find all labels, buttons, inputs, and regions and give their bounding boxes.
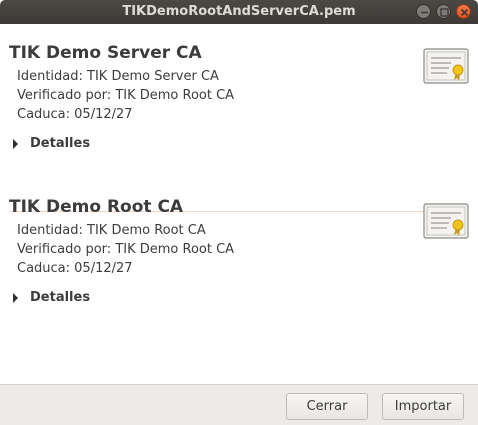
- expander-triangle-icon: [13, 292, 18, 303]
- close-icon[interactable]: [456, 4, 471, 19]
- certificate-identity: Identidad: TIK Demo Server CA: [17, 69, 219, 84]
- certificate-name: TIK Demo Root CA: [9, 197, 184, 217]
- certificate-entry: TIK Demo Root CA Identidad: TIK Demo Roo…: [9, 196, 469, 307]
- certificate-verified-by: Verificado por: TIK Demo Root CA: [17, 88, 235, 103]
- import-button[interactable]: Importar: [382, 393, 464, 420]
- minimize-icon[interactable]: [416, 4, 431, 19]
- dialog-button-bar: Cerrar Importar: [0, 384, 478, 425]
- certificate-name: TIK Demo Server CA: [9, 43, 202, 63]
- details-label: Detalles: [30, 290, 91, 305]
- certificate-icon: [423, 203, 469, 239]
- window-titlebar[interactable]: TIKDemoRootAndServerCA.pem: [0, 0, 478, 24]
- certificate-identity: Identidad: TIK Demo Root CA: [17, 223, 206, 238]
- close-button[interactable]: Cerrar: [286, 393, 368, 420]
- details-label: Detalles: [30, 136, 91, 151]
- details-expander[interactable]: Detalles: [13, 134, 469, 153]
- certificate-list: TIK Demo Server CA Identidad: TIK Demo S…: [0, 24, 478, 384]
- certificate-icon: [423, 48, 469, 84]
- maximize-icon[interactable]: [436, 4, 451, 19]
- certificate-expires: Caduca: 05/12/27: [17, 107, 133, 122]
- certificate-verified-by: Verificado por: TIK Demo Root CA: [17, 242, 235, 257]
- expander-triangle-icon: [13, 138, 18, 149]
- certificate-entry: TIK Demo Server CA Identidad: TIK Demo S…: [9, 42, 469, 153]
- certificate-expires: Caduca: 05/12/27: [17, 261, 133, 276]
- window-title: TIKDemoRootAndServerCA.pem: [122, 4, 356, 19]
- details-expander[interactable]: Detalles: [13, 288, 469, 307]
